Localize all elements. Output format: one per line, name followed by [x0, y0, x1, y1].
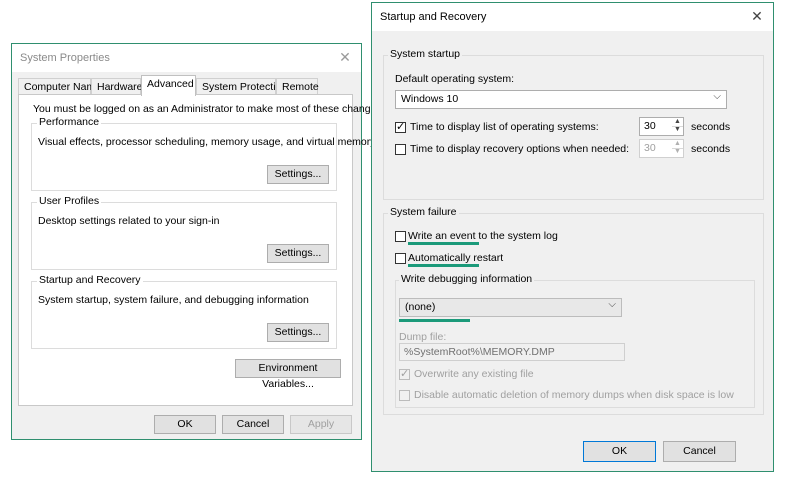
debug-info-select[interactable]: (none) ⌵	[399, 298, 622, 317]
close-icon[interactable]: ✕	[337, 49, 353, 66]
cancel-button[interactable]: Cancel	[222, 415, 284, 434]
default-os-value: Windows 10	[401, 93, 459, 105]
system-properties-window: System Properties ✕ Computer Name Hardwa…	[11, 43, 385, 440]
performance-legend: Performance	[37, 116, 102, 128]
title-bar: Startup and Recovery ✕	[372, 3, 773, 31]
disable-auto-delete-checkbox[interactable]	[399, 390, 410, 401]
time-recovery-value: 30	[644, 142, 656, 154]
default-os-label: Default operating system:	[395, 73, 515, 85]
time-list-label: Time to display list of operating system…	[410, 121, 599, 133]
user-profiles-group: User Profiles Desktop settings related t…	[31, 195, 337, 270]
user-profiles-settings-button[interactable]: Settings...	[267, 244, 329, 263]
debug-info-group: Write debugging information (none) ⌵ Dum…	[395, 273, 755, 408]
apply-button[interactable]: Apply	[290, 415, 352, 434]
time-recovery-label: Time to display recovery options when ne…	[410, 143, 630, 155]
time-list-checkbox[interactable]	[395, 120, 406, 133]
user-profiles-description: Desktop settings related to your sign-in	[38, 215, 220, 227]
write-event-label: Write an event to the system log	[408, 230, 558, 242]
time-recovery-checkbox[interactable]	[395, 144, 406, 155]
tab-hardware[interactable]: Hardware	[91, 78, 143, 95]
startup-recovery-group: Startup and Recovery System startup, sys…	[31, 274, 337, 349]
startup-recovery-legend: Startup and Recovery	[37, 274, 143, 286]
overwrite-checkbox[interactable]	[399, 367, 410, 380]
system-startup-legend: System startup	[388, 48, 463, 60]
time-list-spinner[interactable]: 30 ▲ ▼	[639, 117, 684, 136]
spin-down-icon[interactable]: ▼	[672, 148, 683, 156]
cancel-button[interactable]: Cancel	[663, 441, 736, 462]
time-recovery-spinner[interactable]: 30 ▲ ▼	[639, 139, 684, 158]
tab-remote[interactable]: Remote	[276, 78, 319, 95]
write-event-highlight-underline	[408, 242, 479, 245]
chevron-down-icon: ⌵	[608, 299, 616, 310]
close-icon[interactable]: ✕	[749, 8, 765, 25]
window-title: System Properties	[20, 52, 110, 64]
disable-auto-delete-label: Disable automatic deletion of memory dum…	[414, 389, 734, 401]
performance-settings-button[interactable]: Settings...	[267, 165, 329, 184]
performance-description: Visual effects, processor scheduling, me…	[38, 136, 376, 148]
spin-down-icon[interactable]: ▼	[672, 126, 683, 134]
write-event-checkbox[interactable]	[395, 231, 406, 242]
window-title: Startup and Recovery	[380, 11, 487, 23]
tab-system-protection[interactable]: System Protection	[196, 78, 287, 95]
auto-restart-label: Automatically restart	[408, 252, 504, 264]
ok-button[interactable]: OK	[583, 441, 656, 462]
overwrite-label: Overwrite any existing file	[414, 368, 534, 380]
tab-computer-name[interactable]: Computer Name	[18, 78, 101, 95]
time-list-seconds: seconds	[691, 121, 731, 133]
startup-recovery-window: Startup and Recovery ✕ System startup De…	[371, 2, 774, 472]
dump-file-input[interactable]: %SystemRoot%\MEMORY.DMP	[399, 343, 625, 361]
chevron-down-icon: ⌵	[713, 91, 721, 102]
time-list-value: 30	[644, 120, 656, 132]
debug-info-legend: Write debugging information	[399, 273, 535, 285]
user-profiles-legend: User Profiles	[37, 195, 102, 207]
performance-group: Performance Visual effects, processor sc…	[31, 116, 376, 191]
time-recovery-seconds: seconds	[691, 143, 731, 155]
environment-variables-button[interactable]: Environment Variables...	[235, 359, 341, 390]
auto-restart-checkbox[interactable]	[395, 253, 406, 264]
title-bar: System Properties ✕	[12, 44, 361, 72]
auto-restart-highlight-underline	[408, 264, 479, 267]
advanced-tab-panel: You must be logged on as an Administrato…	[18, 94, 385, 406]
system-startup-group: System startup Default operating system:…	[383, 48, 764, 200]
default-os-select[interactable]: Windows 10 ⌵	[395, 90, 727, 109]
ok-button[interactable]: OK	[154, 415, 216, 434]
debug-info-highlight-underline	[399, 319, 470, 322]
startup-recovery-description: System startup, system failure, and debu…	[38, 294, 309, 306]
startup-recovery-settings-button[interactable]: Settings...	[267, 323, 329, 342]
system-failure-legend: System failure	[388, 206, 459, 218]
debug-info-value: (none)	[405, 301, 436, 313]
system-failure-group: System failure Write an event to the sys…	[383, 206, 764, 415]
dump-file-label: Dump file:	[399, 331, 447, 343]
tab-advanced[interactable]: Advanced	[141, 75, 196, 96]
admin-note: You must be logged on as an Administrato…	[33, 103, 385, 115]
